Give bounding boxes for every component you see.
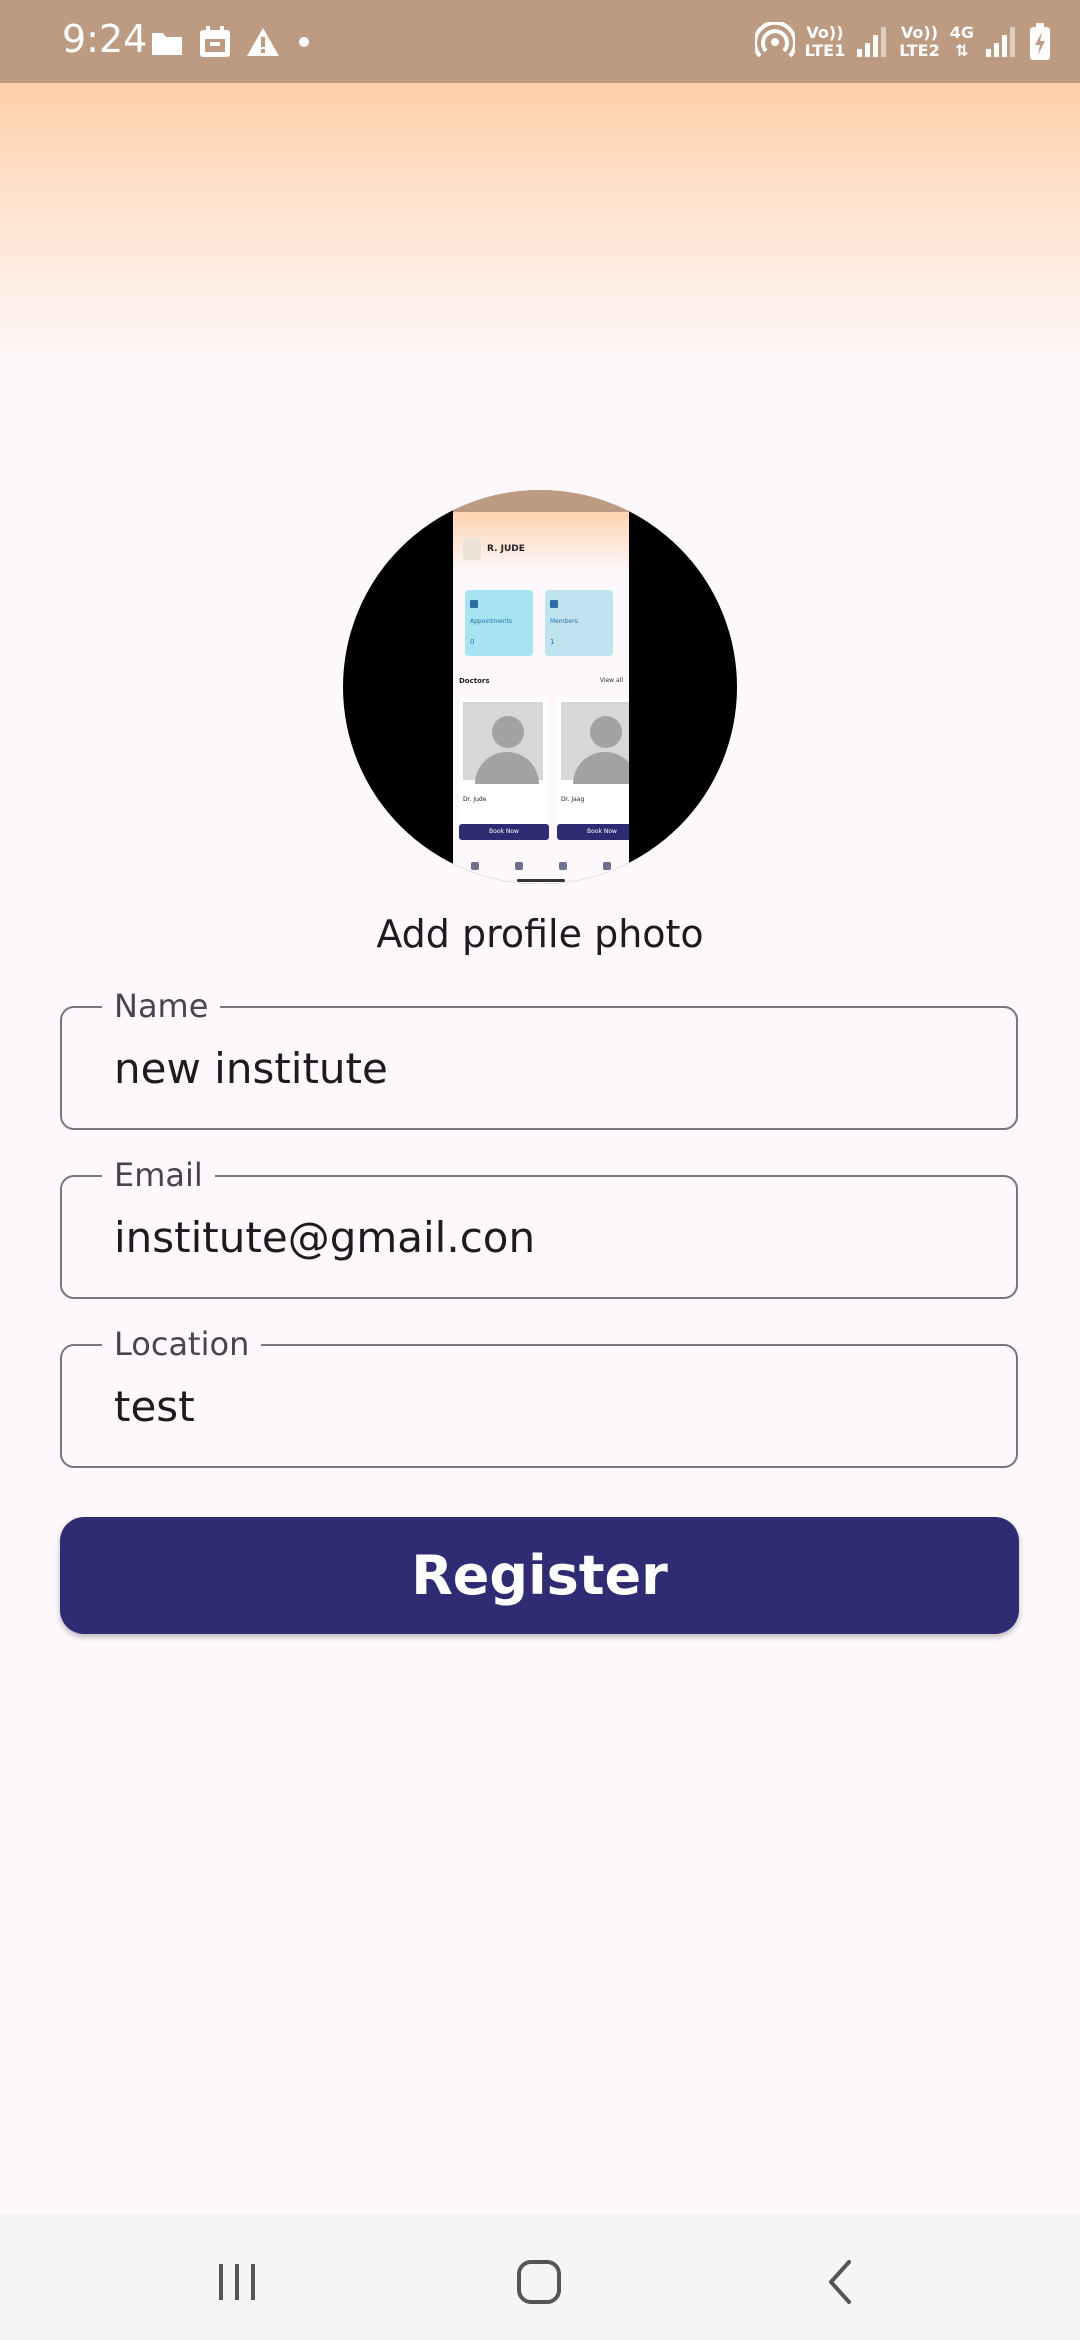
battery-charging-icon [1030, 23, 1050, 60]
preview-doctor: Dr. Jude [459, 698, 547, 828]
hotspot-icon [754, 22, 795, 58]
calendar-icon [200, 26, 230, 57]
name-field-label: Name [102, 986, 221, 1026]
name-input[interactable] [114, 1038, 986, 1098]
back-icon[interactable] [811, 2252, 871, 2312]
sim2-label: Vo)) LTE2 [899, 23, 940, 60]
preview-section-title: Doctors [459, 677, 490, 685]
warning-icon [247, 28, 279, 56]
signal-icon [857, 27, 887, 57]
location-input[interactable] [114, 1376, 986, 1436]
profile-photo-preview: R. JUDE Appointments 0 Members 1 Doctors… [453, 490, 629, 884]
add-profile-photo-label[interactable]: Add profile photo [0, 904, 1080, 964]
network-type: 4G ⇅ [949, 23, 974, 60]
location-field-label: Location [102, 1324, 262, 1364]
name-field[interactable]: Name [60, 986, 1018, 1130]
status-bar: 9:24 Vo)) LTE1 Vo)) LTE2 4G ⇅ [0, 0, 1080, 83]
status-time: 9:24 [62, 17, 148, 61]
header-gradient [0, 83, 1080, 373]
dot-icon [299, 37, 309, 47]
preview-card: Members 1 [545, 590, 613, 656]
system-nav-bar [0, 2214, 1080, 2340]
email-field[interactable]: Email [60, 1155, 1018, 1299]
sim1-label: Vo)) LTE1 [804, 23, 846, 60]
status-right: Vo)) LTE1 Vo)) LTE2 4G ⇅ [754, 16, 1052, 68]
preview-book-button: Book Now [459, 824, 549, 840]
preview-book-button: Book Now [557, 824, 629, 840]
register-button[interactable]: Register [60, 1517, 1019, 1634]
recents-icon[interactable] [207, 2252, 267, 2312]
preview-view-all: View all [599, 677, 623, 684]
preview-name: R. JUDE [487, 544, 525, 554]
signal-icon [986, 27, 1015, 57]
status-left-icons [150, 22, 314, 62]
profile-photo[interactable]: R. JUDE Appointments 0 Members 1 Doctors… [343, 490, 737, 884]
email-input[interactable] [114, 1207, 986, 1267]
preview-doctor: Dr. Jaag [557, 698, 629, 828]
location-field[interactable]: Location [60, 1324, 1018, 1468]
home-icon[interactable] [509, 2252, 569, 2312]
preview-card: Appointments 0 [465, 590, 533, 656]
folder-icon [152, 33, 182, 55]
email-field-label: Email [102, 1155, 215, 1195]
